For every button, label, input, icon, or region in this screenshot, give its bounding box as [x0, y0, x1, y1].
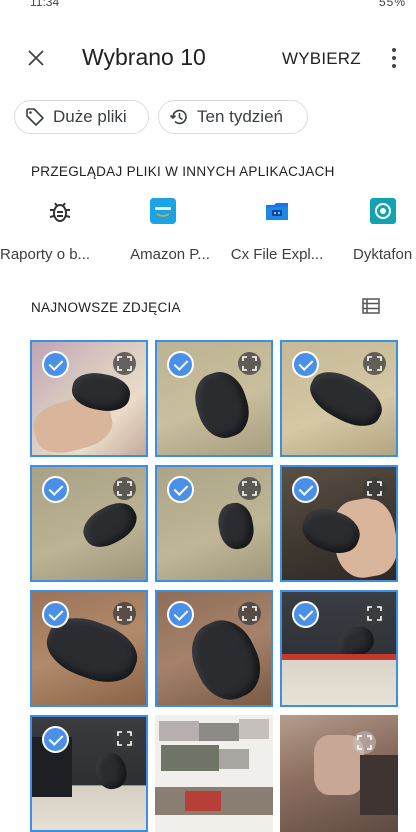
expand-icon[interactable] — [113, 602, 136, 625]
status-bar: 11:34 55% — [0, 0, 416, 18]
photo-thumbnail[interactable] — [280, 465, 398, 582]
top-app-bar: Wybrano 10 WYBIERZ — [0, 40, 416, 80]
list-view-icon[interactable] — [362, 298, 380, 314]
photo-thumbnail[interactable] — [30, 465, 148, 582]
photo-grid — [30, 340, 400, 832]
photo-thumbnail[interactable] — [280, 340, 398, 457]
photo-thumbnail[interactable] — [280, 715, 398, 832]
cx-file-explorer-icon — [264, 198, 290, 224]
expand-icon[interactable] — [113, 477, 136, 500]
select-button[interactable]: WYBIERZ — [282, 49, 361, 69]
selected-check-icon[interactable] — [292, 476, 319, 503]
selected-check-icon[interactable] — [42, 726, 69, 753]
photo-thumbnail[interactable] — [30, 590, 148, 707]
recent-photos-title: NAJNOWSZE ZDJĘCIA — [31, 300, 181, 315]
photo-thumbnail[interactable] — [280, 590, 398, 707]
selected-check-icon[interactable] — [167, 476, 194, 503]
app-recorder-label: Dyktafon — [353, 246, 413, 263]
photo-thumbnail[interactable] — [155, 715, 273, 832]
expand-icon[interactable] — [238, 352, 261, 375]
tag-icon — [26, 108, 44, 126]
apps-section-title: PRZEGLĄDAJ PLIKI W INNYCH APLIKACJACH — [31, 164, 335, 179]
expand-icon[interactable] — [238, 477, 261, 500]
chip-this-week-label: Ten tydzień — [197, 107, 283, 126]
photo-thumbnail[interactable] — [155, 590, 273, 707]
photo-thumbnail[interactable] — [30, 715, 148, 832]
selected-check-icon[interactable] — [292, 601, 319, 628]
photo-thumbnail[interactable] — [155, 465, 273, 582]
expand-icon[interactable] — [363, 602, 386, 625]
chip-large-files[interactable]: Duże pliki — [14, 100, 149, 134]
selected-check-icon[interactable] — [167, 601, 194, 628]
app-amazon-photos-label: Amazon P... — [130, 246, 210, 263]
recorder-icon — [370, 198, 396, 224]
chip-large-files-label: Duże pliki — [53, 107, 127, 126]
bug-report-icon — [47, 198, 73, 224]
apps-row: Raporty o b... Amazon P... Cx File Expl.… — [0, 198, 416, 268]
more-vert-icon — [384, 48, 404, 68]
history-icon — [169, 109, 187, 125]
expand-icon[interactable] — [363, 352, 386, 375]
expand-icon[interactable] — [353, 731, 376, 754]
app-bug-reports-label: Raporty o b... — [0, 246, 91, 263]
status-time: 11:34 — [30, 0, 60, 9]
status-battery: 55% — [378, 0, 406, 9]
selected-check-icon[interactable] — [167, 351, 194, 378]
close-icon — [28, 50, 44, 66]
selected-check-icon[interactable] — [42, 476, 69, 503]
photo-thumbnail[interactable] — [155, 340, 273, 457]
selected-check-icon[interactable] — [42, 351, 69, 378]
chip-this-week[interactable]: Ten tydzień — [158, 100, 308, 134]
expand-icon[interactable] — [363, 477, 386, 500]
more-options-button[interactable] — [384, 44, 404, 74]
expand-icon[interactable] — [113, 352, 136, 375]
photo-thumbnail[interactable] — [30, 340, 148, 457]
expand-icon[interactable] — [238, 602, 261, 625]
selection-count-title: Wybrano 10 — [82, 44, 206, 70]
amazon-photos-icon — [150, 198, 176, 224]
close-button[interactable] — [22, 42, 50, 72]
selected-check-icon[interactable] — [292, 351, 319, 378]
app-cx-file-explorer-label: Cx File Expl... — [230, 246, 324, 263]
expand-icon[interactable] — [113, 727, 136, 750]
selected-check-icon[interactable] — [42, 601, 69, 628]
